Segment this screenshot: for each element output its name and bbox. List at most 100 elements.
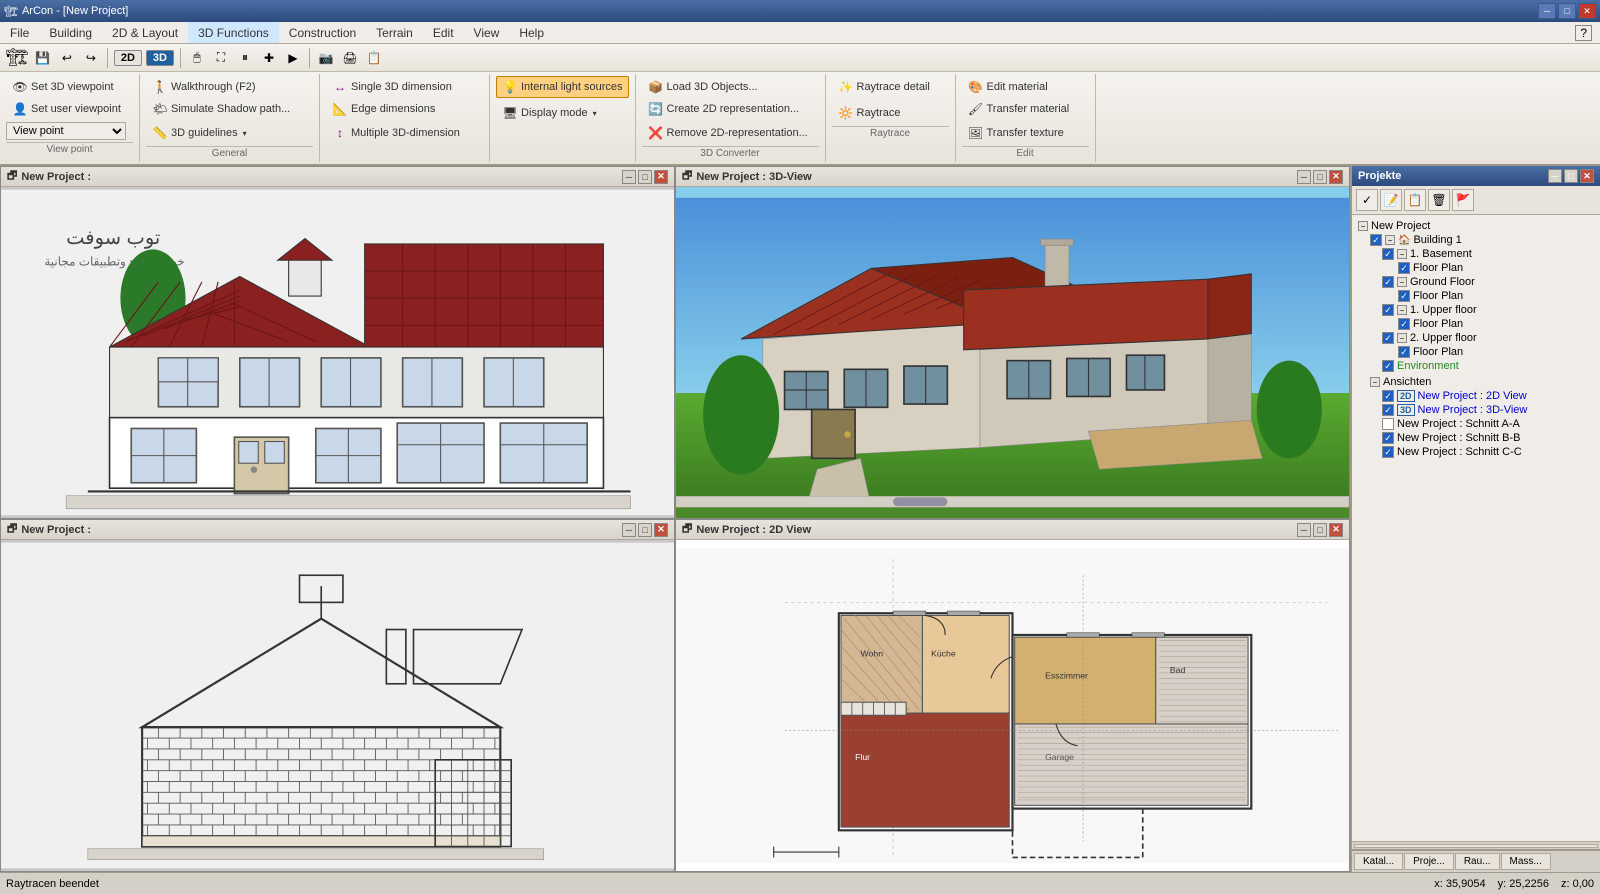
vp-topleft-restore[interactable]: □ (638, 170, 652, 184)
vp-bottomleft-minimize[interactable]: ─ (622, 523, 636, 537)
tree-item-groundfloor[interactable]: ✓ − Ground Floor (1354, 275, 1598, 289)
check-upper1[interactable]: ✓ (1382, 304, 1394, 316)
simulate-shadow-button[interactable]: 🌤 Simulate Shadow path... (146, 98, 296, 120)
sidebar-flag-icon[interactable]: 🚩 (1452, 189, 1474, 211)
tree-item-basement-plan[interactable]: ✓ Floor Plan (1354, 261, 1598, 275)
vp-bottomleft-restore[interactable]: □ (638, 523, 652, 537)
menu-help[interactable]: Help (509, 22, 554, 43)
mode-3d-button[interactable]: 3D (146, 50, 174, 66)
set3d-viewpoint-button[interactable]: 👁 Set 3D viewpoint (6, 76, 120, 98)
tree-item-upper1-plan[interactable]: ✓ Floor Plan (1354, 317, 1598, 331)
load3d-button[interactable]: 📦 Load 3D Objects... (642, 76, 764, 98)
tree-item-building1[interactable]: ✓ − 🏠 Building 1 (1354, 233, 1598, 247)
check-basement[interactable]: ✓ (1382, 248, 1394, 260)
expand-building1[interactable]: − (1385, 235, 1395, 245)
check-groundfloor-plan[interactable]: ✓ (1398, 290, 1410, 302)
expand-groundfloor[interactable]: − (1397, 277, 1407, 287)
tree-item-ansichten[interactable]: − Ansichten (1354, 375, 1598, 389)
tree-item-groundfloor-plan[interactable]: ✓ Floor Plan (1354, 289, 1598, 303)
expand-newproject[interactable]: − (1358, 221, 1368, 231)
sidebar-tab-proje[interactable]: Proje... (1404, 853, 1454, 870)
menu-3dfunctions[interactable]: 3D Functions (188, 22, 279, 43)
check-schnitt-aa[interactable] (1382, 418, 1394, 430)
undo-button[interactable]: ↩ (57, 48, 77, 68)
expand-basement[interactable]: − (1397, 249, 1407, 259)
viewpoint-dropdown[interactable]: View point (6, 122, 126, 140)
sidebar-edit-icon[interactable]: 📝 (1380, 189, 1402, 211)
help-icon[interactable]: ? (1575, 25, 1592, 41)
tree-item-2dview[interactable]: ✓ 2D New Project : 2D View (1354, 389, 1598, 403)
sidebar-tab-rau[interactable]: Rau... (1455, 853, 1500, 870)
expand-upper1[interactable]: − (1397, 305, 1407, 315)
tree-item-upper1[interactable]: ✓ − 1. Upper floor (1354, 303, 1598, 317)
raytrace-detail-button[interactable]: ✨ Raytrace detail (832, 76, 936, 98)
transfer-texture-button[interactable]: 🖼 Transfer texture (962, 122, 1070, 144)
vp-bottomright-restore[interactable]: □ (1313, 523, 1327, 537)
tree-item-basement[interactable]: ✓ − 1. Basement (1354, 247, 1598, 261)
tree-item-schnitt-bb[interactable]: ✓ New Project : Schnitt B-B (1354, 431, 1598, 445)
toolbar-icon-1[interactable]: 🖱 (187, 48, 207, 68)
menu-file[interactable]: File (0, 22, 39, 43)
tree-item-3dview[interactable]: ✓ 3D New Project : 3D-View (1354, 403, 1598, 417)
menu-construction[interactable]: Construction (279, 22, 366, 43)
tree-item-upper2[interactable]: ✓ − 2. Upper floor (1354, 331, 1598, 345)
toolbar-icon-3[interactable]: ⏸ (235, 48, 255, 68)
vp-topright-restore[interactable]: □ (1313, 170, 1327, 184)
check-2dview[interactable]: ✓ (1382, 390, 1394, 402)
menu-terrain[interactable]: Terrain (366, 22, 423, 43)
create2d-button[interactable]: 🔄 Create 2D representation... (642, 98, 806, 120)
menu-building[interactable]: Building (39, 22, 102, 43)
check-building1[interactable]: ✓ (1370, 234, 1382, 246)
redo-button[interactable]: ↪ (81, 48, 101, 68)
edge-dim-button[interactable]: 📐 Edge dimensions (326, 98, 441, 120)
check-schnitt-cc[interactable]: ✓ (1382, 446, 1394, 458)
check-environment[interactable]: ✓ (1382, 360, 1394, 372)
restore-button[interactable]: □ (1558, 3, 1576, 19)
set-user-viewpoint-button[interactable]: 👤 Set user viewpoint (6, 98, 127, 120)
check-schnitt-bb[interactable]: ✓ (1382, 432, 1394, 444)
sidebar-tab-mass[interactable]: Mass... (1501, 853, 1551, 870)
check-groundfloor[interactable]: ✓ (1382, 276, 1394, 288)
tree-item-upper2-plan[interactable]: ✓ Floor Plan (1354, 345, 1598, 359)
vp-topright-minimize[interactable]: ─ (1297, 170, 1311, 184)
toolbar-icon-5[interactable]: ▶ (283, 48, 303, 68)
guidelines-button[interactable]: 📏 3D guidelines ▾ (146, 122, 253, 144)
sidebar-tab-katal[interactable]: Katal... (1354, 853, 1403, 870)
display-mode-button[interactable]: 🖥 Display mode ▾ (496, 102, 603, 124)
sidebar-close[interactable]: ✕ (1580, 169, 1594, 183)
close-button[interactable]: ✕ (1578, 3, 1596, 19)
vp-topleft-close[interactable]: ✕ (654, 170, 668, 184)
sidebar-delete-icon[interactable]: 🗑 (1428, 189, 1450, 211)
toolbar-icon-2[interactable]: ⛶ (211, 48, 231, 68)
menu-edit[interactable]: Edit (423, 22, 464, 43)
minimize-button[interactable]: ─ (1538, 3, 1556, 19)
tree-item-schnitt-cc[interactable]: ✓ New Project : Schnitt C-C (1354, 445, 1598, 459)
tree-item-newproject[interactable]: − New Project (1354, 219, 1598, 233)
single3d-button[interactable]: ↔ Single 3D dimension (326, 76, 458, 98)
check-upper1-plan[interactable]: ✓ (1398, 318, 1410, 330)
sidebar-check-icon[interactable]: ✓ (1356, 189, 1378, 211)
toolbar-icon-6[interactable]: 📷 (316, 48, 336, 68)
toolbar-icon-7[interactable]: 🖨 (340, 48, 360, 68)
raytrace-button[interactable]: 🔆 Raytrace (832, 102, 907, 124)
edit-material-button[interactable]: 🎨 Edit material (962, 76, 1054, 98)
vp-bottomright-minimize[interactable]: ─ (1297, 523, 1311, 537)
multiple3d-button[interactable]: ↕ Multiple 3D-dimension (326, 122, 466, 144)
menu-2dlayout[interactable]: 2D & Layout (102, 22, 188, 43)
check-upper2-plan[interactable]: ✓ (1398, 346, 1410, 358)
walkthrough-button[interactable]: 🚶 Walkthrough (F2) (146, 76, 262, 98)
vp-bottomleft-close[interactable]: ✕ (654, 523, 668, 537)
check-basement-plan[interactable]: ✓ (1398, 262, 1410, 274)
transfer-material-button[interactable]: 🖌 Transfer material (962, 98, 1076, 120)
remove2d-button[interactable]: ❌ Remove 2D-representation... (642, 122, 814, 144)
sidebar-add-icon[interactable]: 📋 (1404, 189, 1426, 211)
check-3dview[interactable]: ✓ (1382, 404, 1394, 416)
menu-view[interactable]: View (464, 22, 510, 43)
sidebar-minimize[interactable]: ─ (1548, 169, 1562, 183)
internal-light-button[interactable]: 💡 Internal light sources (496, 76, 629, 98)
sidebar-maximize[interactable]: □ (1564, 169, 1578, 183)
vp-topleft-minimize[interactable]: ─ (622, 170, 636, 184)
vp-topright-close[interactable]: ✕ (1329, 170, 1343, 184)
tree-item-schnitt-aa[interactable]: New Project : Schnitt A-A (1354, 417, 1598, 431)
toolbar-icon-4[interactable]: ✚ (259, 48, 279, 68)
